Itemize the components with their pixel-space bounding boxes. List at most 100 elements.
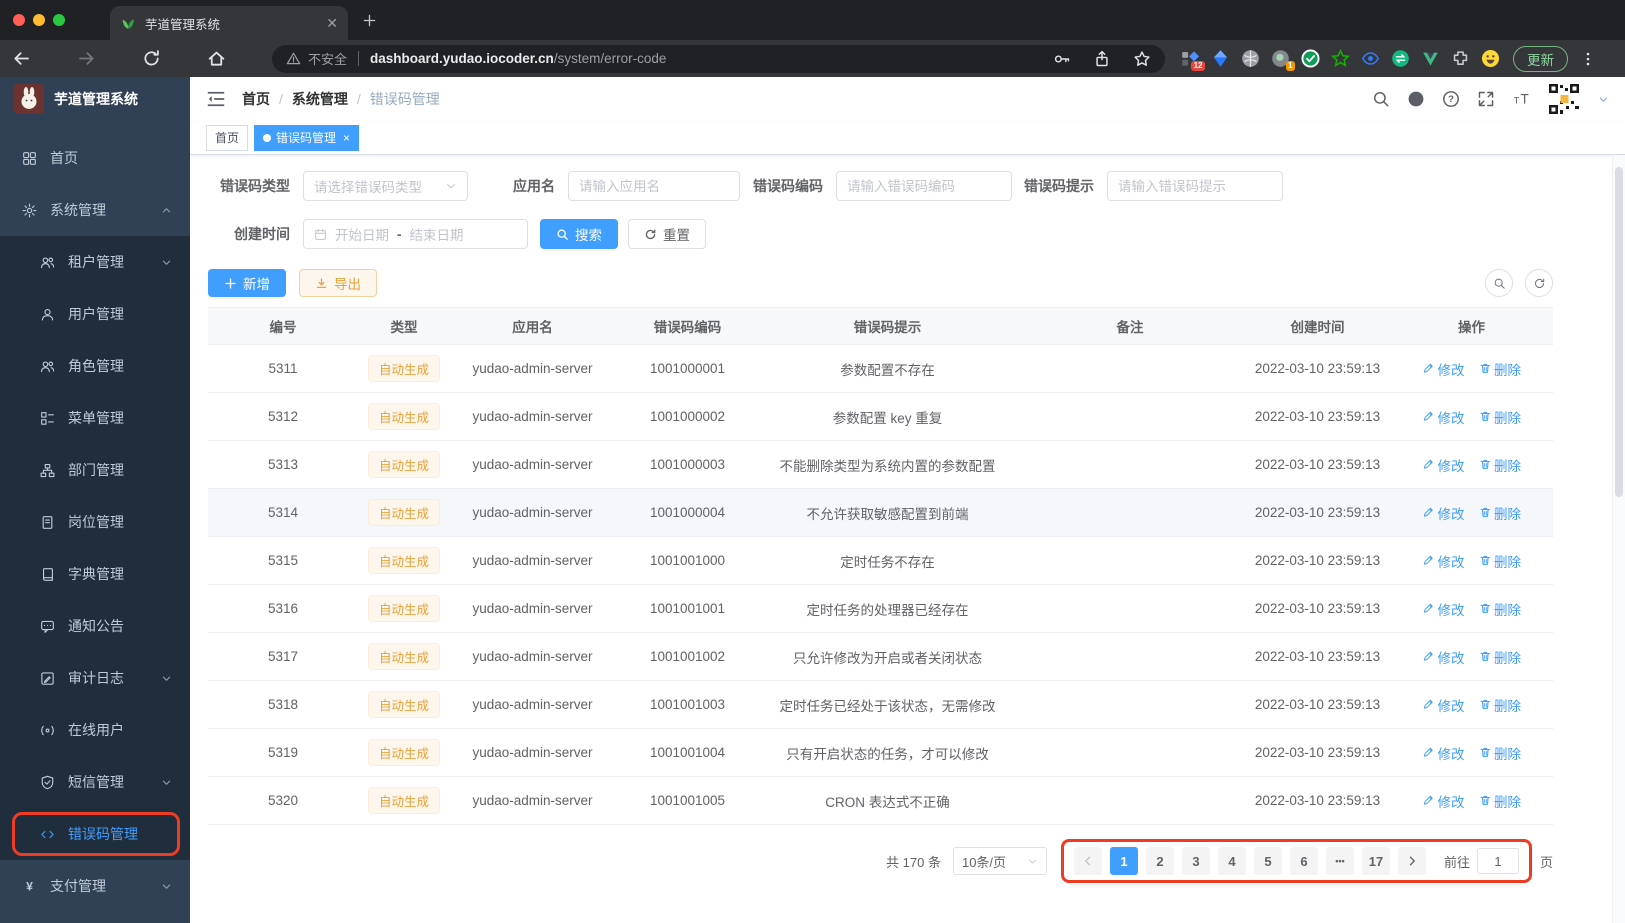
extension-vue-icon[interactable] xyxy=(1421,49,1440,68)
page-button-17[interactable]: 17 xyxy=(1361,847,1390,875)
bookmark-star-icon[interactable] xyxy=(1133,50,1151,68)
address-bar[interactable]: 不安全 dashboard.yudao.iocoder.cn /system/e… xyxy=(272,44,1165,73)
edit-link[interactable]: 修改 xyxy=(1422,743,1465,763)
goto-page-input[interactable] xyxy=(1476,848,1519,874)
edit-link[interactable]: 修改 xyxy=(1422,695,1465,715)
delete-link[interactable]: 删除 xyxy=(1479,695,1521,715)
page-ellipsis[interactable]: ••• xyxy=(1325,847,1354,875)
extension-eye-icon[interactable] xyxy=(1361,49,1380,68)
delete-link[interactable]: 删除 xyxy=(1479,551,1521,571)
extension-collections-icon[interactable]: 12 xyxy=(1181,49,1205,71)
edit-link[interactable]: 修改 xyxy=(1422,647,1465,667)
search-button[interactable]: 搜索 xyxy=(540,219,618,249)
new-tab-button[interactable] xyxy=(362,13,377,28)
sidebar-item-12[interactable]: 短信管理 xyxy=(0,756,190,808)
errcode-type-select[interactable]: 请选择错误码类型 xyxy=(303,171,468,201)
extension-green-check-icon[interactable] xyxy=(1301,49,1320,68)
forward-icon[interactable] xyxy=(77,49,96,68)
content-scrollbar[interactable] xyxy=(1612,155,1625,923)
browser-menu-icon[interactable] xyxy=(1580,51,1596,67)
edit-link[interactable]: 修改 xyxy=(1422,455,1465,475)
edit-link[interactable]: 修改 xyxy=(1422,599,1465,619)
profile-emoji-avatar[interactable] xyxy=(1481,49,1500,68)
tab-close-icon[interactable]: ✕ xyxy=(326,15,338,32)
sidebar-item-14[interactable]: ¥ 支付管理 xyxy=(0,860,190,912)
delete-link[interactable]: 删除 xyxy=(1479,407,1521,427)
page-size-select[interactable]: 10条/页 xyxy=(952,847,1047,875)
security-label[interactable]: 不安全 xyxy=(308,49,347,68)
sidebar-item-2[interactable]: 租户管理 xyxy=(0,236,190,288)
delete-link[interactable]: 删除 xyxy=(1479,791,1521,811)
sidebar-item-13[interactable]: 错误码管理 xyxy=(0,808,190,860)
avatar-caret-icon[interactable] xyxy=(1598,94,1609,105)
sidebar-item-7[interactable]: 岗位管理 xyxy=(0,496,190,548)
password-key-icon[interactable] xyxy=(1053,50,1071,68)
extension-sync-icon[interactable] xyxy=(1391,49,1410,68)
extension-green-star-icon[interactable] xyxy=(1331,48,1350,68)
delete-link[interactable]: 删除 xyxy=(1479,455,1521,475)
sidebar-item-4[interactable]: 角色管理 xyxy=(0,340,190,392)
delete-link[interactable]: 删除 xyxy=(1479,599,1521,619)
sidebar-item-6[interactable]: 部门管理 xyxy=(0,444,190,496)
tag-close-icon[interactable]: × xyxy=(343,131,350,145)
sidebar-item-11[interactable]: 在线用户 xyxy=(0,704,190,756)
font-size-icon[interactable]: TT xyxy=(1512,90,1530,108)
page-button-2[interactable]: 2 xyxy=(1145,847,1174,875)
edit-link[interactable]: 修改 xyxy=(1422,359,1465,379)
reset-button[interactable]: 重置 xyxy=(628,219,706,249)
sidebar-item-8[interactable]: 字典管理 xyxy=(0,548,190,600)
header-search-icon[interactable] xyxy=(1372,90,1390,108)
sidebar-item-0[interactable]: 首页 xyxy=(0,132,190,184)
chrome-update-button[interactable]: 更新 xyxy=(1513,45,1568,72)
home-icon[interactable] xyxy=(207,49,226,68)
errcode-code-field[interactable] xyxy=(836,171,1012,201)
delete-link[interactable]: 删除 xyxy=(1479,359,1521,379)
page-button-5[interactable]: 5 xyxy=(1253,847,1282,875)
help-icon[interactable]: ? xyxy=(1442,90,1460,108)
breadcrumb-item[interactable]: 系统管理 xyxy=(292,89,348,109)
collapse-sidebar-icon[interactable] xyxy=(206,89,226,109)
back-icon[interactable] xyxy=(12,49,31,68)
prev-page-button[interactable] xyxy=(1073,847,1102,875)
refresh-circle-button[interactable] xyxy=(1525,269,1553,297)
sidebar-item-9[interactable]: 通知公告 xyxy=(0,600,190,652)
app-name-field[interactable] xyxy=(568,171,740,201)
edit-link[interactable]: 修改 xyxy=(1422,407,1465,427)
sidebar-item-10[interactable]: 审计日志 xyxy=(0,652,190,704)
close-window-button[interactable] xyxy=(13,14,25,26)
edit-link[interactable]: 修改 xyxy=(1422,791,1465,811)
extension-gray-globe-icon[interactable] xyxy=(1241,49,1260,68)
user-avatar-qr[interactable] xyxy=(1547,82,1581,116)
macos-window-controls[interactable] xyxy=(13,14,65,26)
delete-link[interactable]: 删除 xyxy=(1479,743,1521,763)
page-button-1[interactable]: 1 xyxy=(1109,847,1138,875)
extension-blue-gem-icon[interactable] xyxy=(1211,49,1230,68)
tag-active[interactable]: 错误码管理 × xyxy=(254,124,360,151)
scrollbar-thumb[interactable] xyxy=(1614,167,1623,497)
minimize-window-button[interactable] xyxy=(33,14,45,26)
app-logo[interactable]: 芋道管理系统 xyxy=(0,77,190,121)
breadcrumb-item[interactable]: 首页 xyxy=(242,89,270,109)
next-page-button[interactable] xyxy=(1397,847,1426,875)
tag-item[interactable]: 首页 xyxy=(206,124,249,151)
show-search-circle-button[interactable] xyxy=(1485,269,1513,297)
app-name-input[interactable] xyxy=(579,178,729,194)
zoom-window-button[interactable] xyxy=(53,14,65,26)
share-icon[interactable] xyxy=(1093,50,1111,68)
date-range-picker[interactable]: 开始日期 - 结束日期 xyxy=(303,219,528,249)
fullscreen-icon[interactable] xyxy=(1477,90,1495,108)
delete-link[interactable]: 删除 xyxy=(1479,503,1521,523)
sidebar-item-1[interactable]: 系统管理 xyxy=(0,184,190,236)
extension-gray-badge-icon[interactable]: 1 xyxy=(1271,49,1295,71)
errcode-code-input[interactable] xyxy=(847,178,1001,194)
page-button-3[interactable]: 3 xyxy=(1181,847,1210,875)
add-button[interactable]: 新增 xyxy=(208,269,286,297)
errcode-msg-input[interactable] xyxy=(1118,178,1272,194)
page-button-6[interactable]: 6 xyxy=(1289,847,1318,875)
extensions-puzzle-icon[interactable] xyxy=(1451,49,1470,68)
sidebar-item-5[interactable]: 菜单管理 xyxy=(0,392,190,444)
page-button-4[interactable]: 4 xyxy=(1217,847,1246,875)
export-button[interactable]: 导出 xyxy=(299,269,377,297)
reload-icon[interactable] xyxy=(142,49,161,68)
sidebar-item-3[interactable]: 用户管理 xyxy=(0,288,190,340)
